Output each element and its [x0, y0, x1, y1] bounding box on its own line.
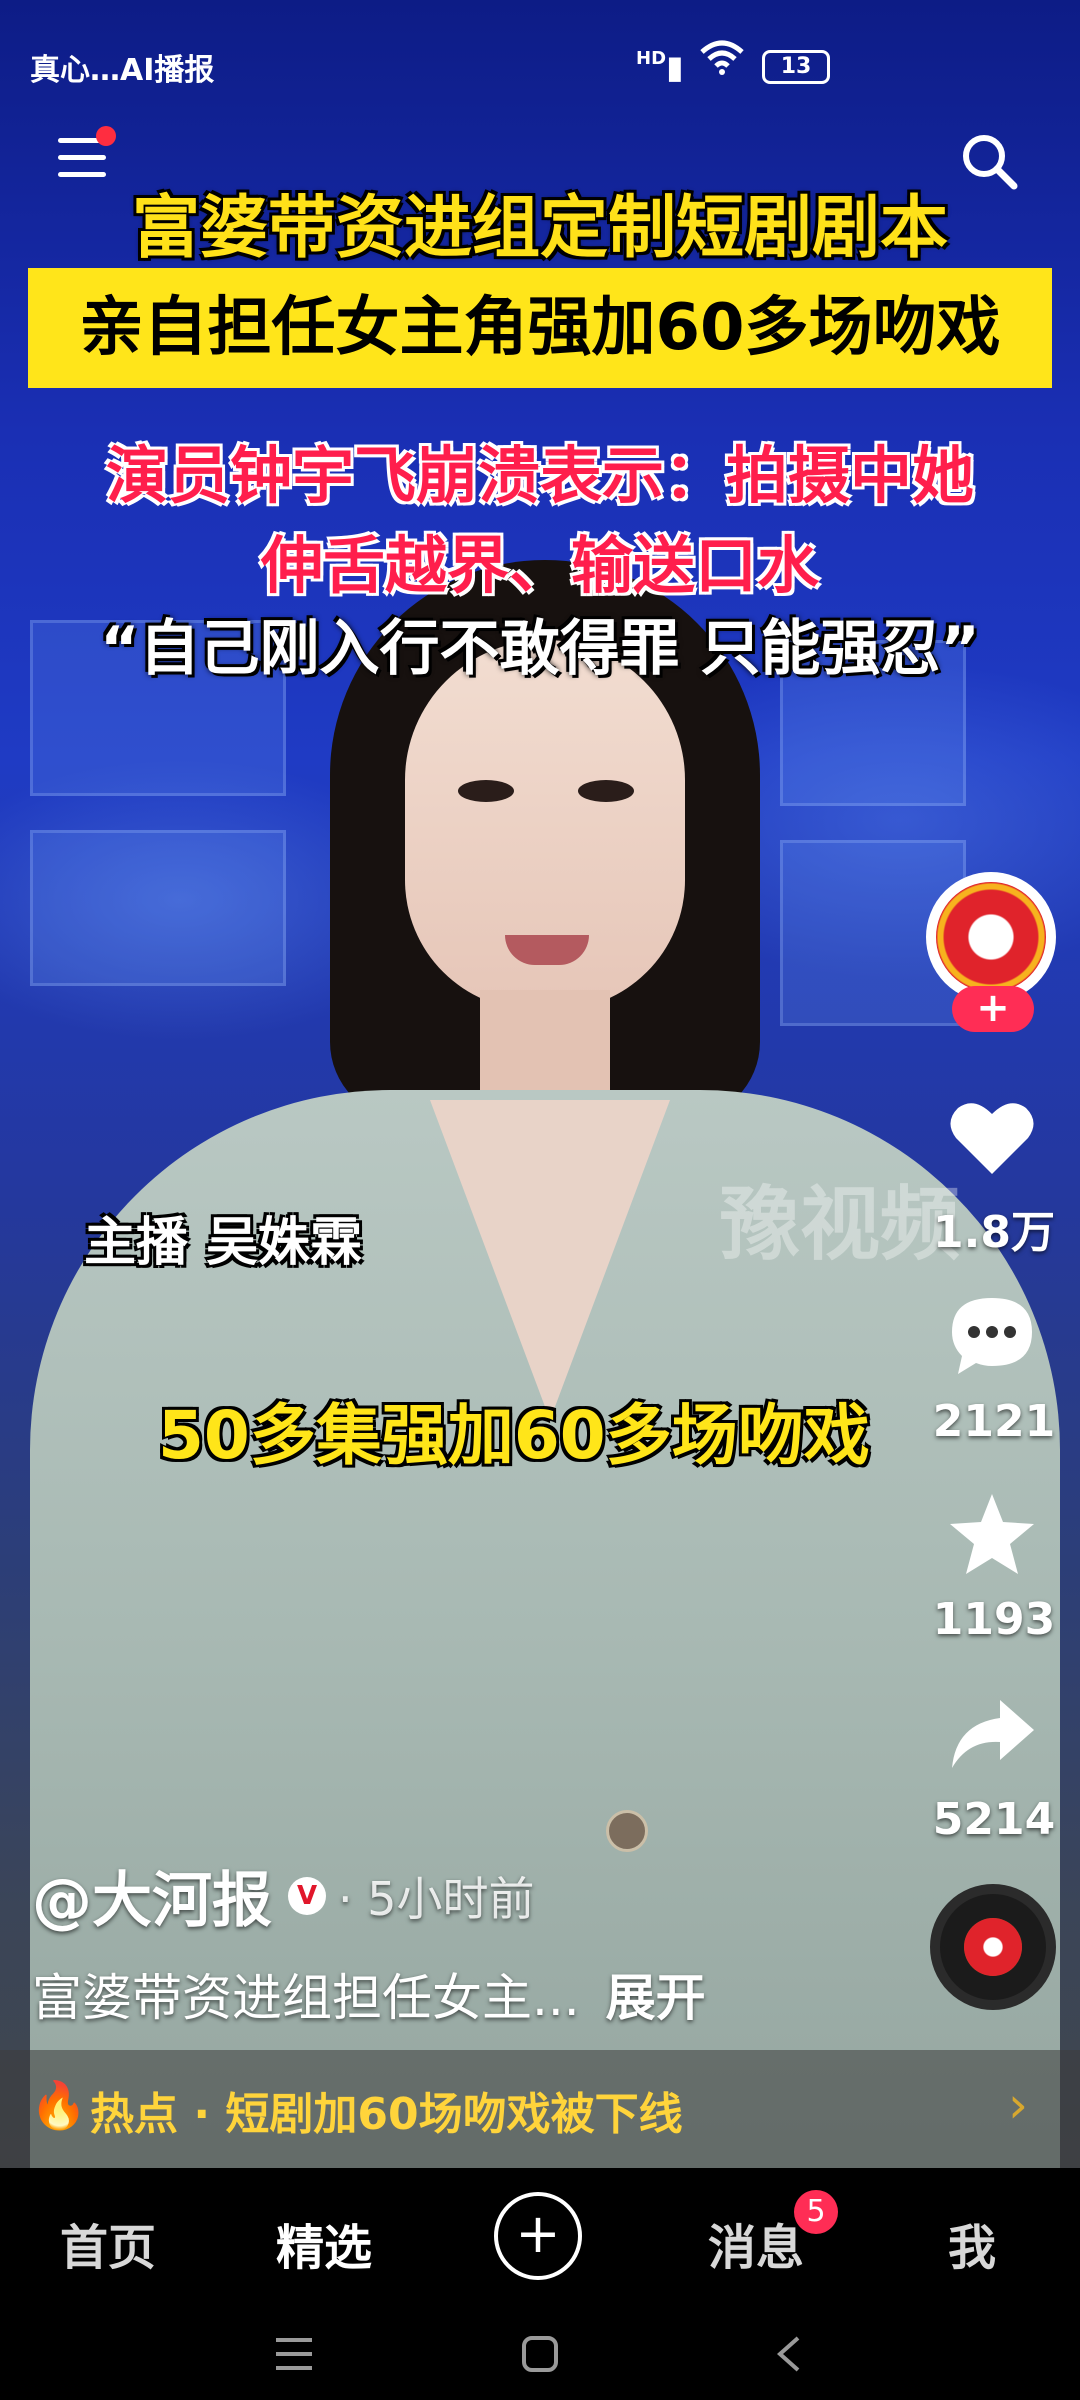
- music-disc[interactable]: [930, 1884, 1056, 2010]
- avatar-logo: [936, 882, 1046, 992]
- suit-button: [606, 1810, 648, 1852]
- subtitle-caption: 50多集强加60多场吻戏: [158, 1397, 870, 1474]
- suit-neckline: [430, 1100, 670, 1420]
- headline-caption-2: 亲自担任女主角强加60多场吻戏: [28, 268, 1052, 388]
- presenter-eye: [458, 780, 514, 802]
- share-count: 5214: [932, 1794, 1056, 1845]
- recent-apps-icon[interactable]: [272, 2334, 316, 2378]
- presenter-eye: [578, 780, 634, 802]
- headline-caption-3: 演员钟宇飞崩溃表示：拍摄中她: [105, 439, 974, 512]
- bottom-navigation: 首页 精选 + 消息 5 我: [0, 2168, 1080, 2308]
- home-icon[interactable]: [518, 2334, 562, 2378]
- post-time: · 5小时前: [338, 1871, 535, 1926]
- menu-line: [58, 155, 106, 160]
- heart-icon[interactable]: [946, 1092, 1038, 1184]
- battery-icon: 13: [762, 50, 830, 84]
- share-icon[interactable]: [946, 1690, 1038, 1782]
- favorite-count: 1193: [932, 1594, 1056, 1645]
- status-time: 真心…AI播报: [30, 53, 215, 88]
- wifi-icon: [700, 40, 744, 86]
- expand-description-button[interactable]: 展开: [606, 1969, 706, 2027]
- author-name[interactable]: @大河报: [32, 1852, 272, 1939]
- notification-dot: [96, 126, 116, 146]
- headline-caption-4: 伸舌越界、输送口水: [260, 529, 819, 602]
- nav-featured[interactable]: 精选: [276, 2208, 372, 2278]
- studio-screen: [30, 830, 286, 986]
- comment-icon[interactable]: [946, 1290, 1038, 1382]
- create-button[interactable]: +: [494, 2192, 582, 2280]
- author-avatar[interactable]: [926, 872, 1056, 1002]
- nav-home[interactable]: 首页: [60, 2208, 156, 2278]
- fire-icon: 🔥: [30, 2078, 88, 2132]
- headline-caption-1: 富婆带资进组定制短剧剧本: [131, 189, 948, 268]
- system-navigation-bar: [0, 2308, 1080, 2400]
- music-disc-logo: [964, 1918, 1022, 1976]
- star-icon[interactable]: [946, 1488, 1038, 1580]
- anchor-name-label: 主播 吴姝霖: [84, 1213, 363, 1273]
- nav-messages[interactable]: 消息: [708, 2208, 804, 2278]
- video-description: 富婆带资进组担任女主... 展开: [32, 1958, 706, 2030]
- back-icon[interactable]: [768, 2334, 812, 2378]
- signal-label: HD: [636, 48, 667, 69]
- message-badge: 5: [794, 2190, 838, 2234]
- like-count: 1.8万: [933, 1207, 1055, 1258]
- comment-count: 2121: [932, 1396, 1056, 1447]
- follow-button[interactable]: +: [952, 986, 1034, 1032]
- author-row: @大河报 V · 5小时前: [32, 1852, 535, 1939]
- phone-screen: 豫视频 真心…AI播报 HD▮ 13 富婆带资进组定制短剧剧本 亲自担任女主角强…: [0, 0, 1080, 2400]
- signal-icon: HD▮: [636, 48, 684, 86]
- chevron-right-icon: ›: [1008, 2076, 1028, 2134]
- verified-badge-icon: V: [288, 1876, 326, 1915]
- quote-caption: “自己刚入行不敢得罪 只能强忍”: [100, 614, 980, 684]
- hot-topic-text: 热点 · 短剧加60场吻戏被下线: [90, 2089, 683, 2140]
- description-text: 富婆带资进组担任女主...: [32, 1969, 580, 2027]
- hot-topic-bar[interactable]: 🔥 热点 · 短剧加60场吻戏被下线 ›: [0, 2050, 1080, 2168]
- nav-me[interactable]: 我: [948, 2208, 996, 2278]
